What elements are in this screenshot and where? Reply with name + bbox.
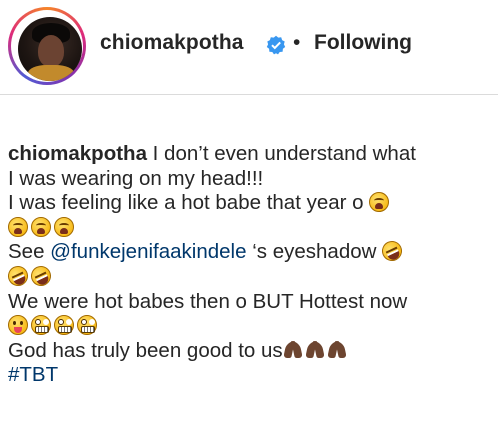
rofl-face-icon	[4, 262, 32, 290]
caption-text: ‘s eyeshadow	[246, 240, 383, 264]
grimacing-face-icon	[54, 315, 74, 336]
folded-hands-icon	[305, 340, 325, 360]
header-username[interactable]: chiomakpotha	[100, 31, 244, 55]
weary-face-icon	[31, 216, 51, 237]
verified-badge-icon	[266, 35, 286, 55]
caption-line: chiomakpotha I don’t even understand wha…	[8, 142, 494, 167]
caption-line: God has truly been good to us	[8, 339, 494, 364]
caption-username[interactable]: chiomakpotha	[8, 142, 147, 165]
grimacing-face-icon	[77, 315, 97, 336]
caption-line: We were hot babes then o BUT Hottest now	[8, 290, 494, 315]
caption-text: We were hot babes then o BUT Hottest now	[8, 289, 408, 313]
caption-line: I was wearing on my head!!!	[8, 167, 494, 192]
following-button[interactable]: Following	[314, 31, 412, 55]
caption-text: I was feeling like a hot babe that year …	[8, 191, 370, 215]
tongue-face-icon	[8, 315, 28, 336]
caption-line	[4, 262, 494, 290]
weary-face-icon	[54, 216, 74, 237]
caption-text: I was wearing on my head!!!	[8, 166, 264, 190]
weary-face-icon	[8, 216, 28, 237]
rofl-face-icon	[378, 238, 406, 265]
caption-line: #TBT	[8, 363, 494, 388]
header-separator: •	[293, 31, 301, 54]
caption-line: See @funkejenifaakindele ‘s eyeshadow	[8, 238, 494, 265]
post-header: chiomakpotha • Following	[0, 0, 498, 92]
caption-line: I was feeling like a hot babe that year …	[8, 191, 494, 216]
rofl-face-icon	[27, 262, 55, 290]
caption-line	[8, 216, 494, 241]
story-ring[interactable]	[8, 7, 86, 85]
caption-text: God has truly been good to us	[8, 338, 283, 362]
caption-text: I don’t even understand what	[146, 142, 416, 165]
post-caption: chiomakpotha I don’t even understand wha…	[4, 142, 494, 388]
hashtag-link[interactable]: #TBT	[8, 363, 58, 386]
avatar[interactable]	[18, 17, 82, 81]
grimacing-face-icon	[31, 315, 51, 336]
folded-hands-icon	[283, 340, 303, 360]
weary-face-icon	[369, 192, 390, 213]
header-divider	[0, 94, 498, 95]
caption-line	[8, 314, 494, 339]
caption-text: See	[8, 240, 51, 264]
mention-link[interactable]: @funkejenifaakindele	[50, 240, 246, 263]
folded-hands-icon	[327, 340, 347, 360]
